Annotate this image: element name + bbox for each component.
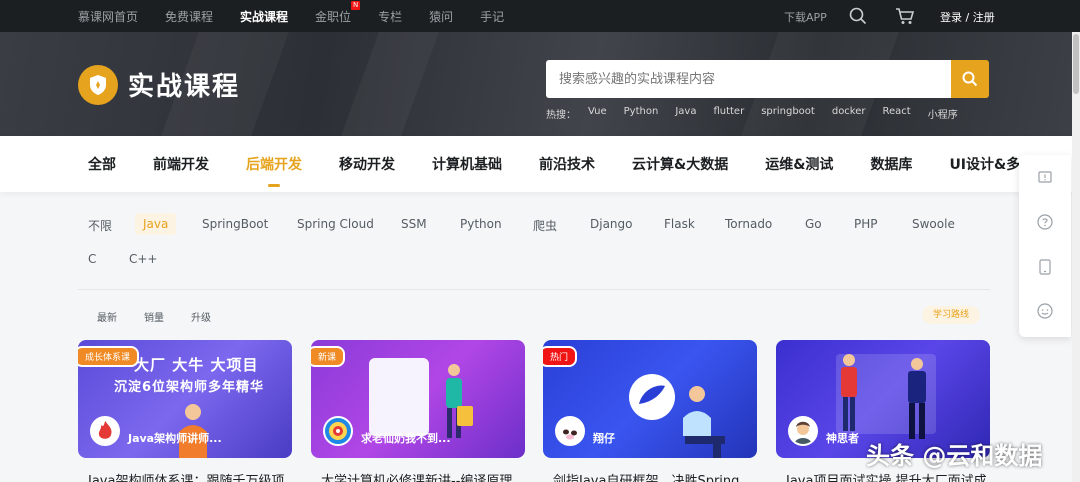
tag-item[interactable]: SpringBoot bbox=[202, 217, 268, 231]
top-nav: 慕课网首页 免费课程 实战课程 金职位 N 专栏 猿问 手记 下载APP 登录 /… bbox=[0, 0, 1080, 32]
cover-illustration bbox=[902, 356, 932, 442]
nav-link-practical[interactable]: 实战课程 bbox=[240, 8, 288, 25]
page-title: 实战课程 bbox=[128, 72, 241, 102]
banner: 实战课程 热搜： Vue Python Java flutter springb… bbox=[0, 32, 1080, 136]
tag-item[interactable]: 不限 bbox=[88, 217, 112, 234]
cover-illustration bbox=[836, 352, 862, 434]
tag-item[interactable]: Spring Cloud bbox=[297, 217, 374, 231]
cart-icon[interactable] bbox=[895, 7, 915, 29]
category-frontier[interactable]: 前沿技术 bbox=[539, 154, 595, 174]
hot-search-list: 热搜： Vue Python Java flutter springboot d… bbox=[546, 106, 975, 121]
tag-item[interactable]: Go bbox=[805, 217, 822, 231]
spring-logo-icon bbox=[629, 374, 675, 420]
tag-item-active[interactable]: Java bbox=[135, 213, 177, 235]
search-icon bbox=[962, 71, 978, 87]
hot-word[interactable]: Vue bbox=[588, 106, 607, 121]
category-bar: 全部 前端开发 后端开发 移动开发 计算机基础 前沿技术 云计算&大数据 运维&… bbox=[0, 136, 1080, 192]
tag-item[interactable]: Swoole bbox=[912, 217, 955, 231]
teacher-name: 翔仔 bbox=[593, 432, 615, 445]
scrollbar[interactable] bbox=[1072, 32, 1080, 482]
login-register-link[interactable]: 登录 / 注册 bbox=[940, 9, 995, 25]
category-frontend[interactable]: 前端开发 bbox=[153, 154, 209, 174]
tag-item[interactable]: Django bbox=[590, 217, 633, 231]
search-icon[interactable] bbox=[849, 7, 867, 29]
hot-word[interactable]: 小程序 bbox=[928, 106, 958, 121]
tag-item[interactable]: 爬虫 bbox=[533, 217, 557, 234]
nav-link-home[interactable]: 慕课网首页 bbox=[78, 8, 138, 25]
hot-word[interactable]: docker bbox=[832, 106, 866, 121]
course-card[interactable]: 大厂 大牛 大项目 沉淀6位架构师多年精华 成长体系课 Java架构师讲师... bbox=[78, 340, 292, 458]
nav-link-qa[interactable]: 猿问 bbox=[429, 8, 453, 25]
category-database[interactable]: 数据库 bbox=[870, 154, 912, 174]
shield-icon bbox=[78, 65, 118, 105]
teacher-name: 神思者 bbox=[826, 432, 859, 445]
nav-link-jobs-label: 金职位 bbox=[315, 9, 352, 24]
category-cs-basics[interactable]: 计算机基础 bbox=[432, 154, 502, 174]
course-badge: 成长体系课 bbox=[78, 346, 140, 367]
course-card[interactable]: 新课 求老仙奶我不到... bbox=[311, 340, 525, 458]
teacher-avatar bbox=[555, 416, 585, 446]
mobile-app-icon[interactable] bbox=[1035, 257, 1055, 277]
nav-link-column[interactable]: 专栏 bbox=[378, 8, 402, 25]
cover-illustration bbox=[369, 358, 429, 436]
sort-latest[interactable]: 最新 bbox=[97, 309, 117, 324]
hot-word[interactable]: flutter bbox=[713, 106, 744, 121]
divider bbox=[78, 289, 990, 290]
course-title[interactable]: 大学计算机必修课新讲--编译原理 bbox=[321, 470, 512, 482]
hot-word[interactable]: Python bbox=[624, 106, 659, 121]
hot-word[interactable]: Java bbox=[675, 106, 696, 121]
teacher-avatar bbox=[788, 416, 818, 446]
course-badge: 热门 bbox=[543, 346, 578, 367]
top-nav-links: 慕课网首页 免费课程 实战课程 金职位 N 专栏 猿问 手记 bbox=[78, 0, 531, 32]
course-title[interactable]: 剑指Java自研框架，决胜Spring bbox=[553, 470, 739, 482]
cover-illustration bbox=[457, 406, 473, 426]
tag-item[interactable]: Python bbox=[460, 217, 502, 231]
sort-upgrade[interactable]: 升级 bbox=[191, 309, 211, 324]
scrollbar-thumb[interactable] bbox=[1073, 34, 1079, 94]
tag-item[interactable]: PHP bbox=[854, 217, 878, 231]
new-badge: N bbox=[351, 0, 361, 10]
course-search-input[interactable] bbox=[546, 60, 951, 98]
cover-headline: 大厂 大牛 大项目 bbox=[134, 356, 259, 374]
tag-item[interactable]: C bbox=[88, 252, 96, 266]
cover-illustration bbox=[677, 384, 727, 458]
course-title[interactable]: Java项目面试实操 提升大厂面试成 bbox=[786, 470, 987, 482]
teacher-avatar bbox=[90, 416, 120, 446]
side-toolbar bbox=[1019, 155, 1071, 337]
teacher-avatar bbox=[323, 416, 353, 446]
teacher-name: Java架构师讲师... bbox=[128, 432, 222, 445]
category-cloud-bigdata[interactable]: 云计算&大数据 bbox=[632, 154, 728, 174]
download-app-link[interactable]: 下载APP bbox=[784, 9, 827, 25]
tag-item[interactable]: Tornado bbox=[725, 217, 772, 231]
tag-item[interactable]: Flask bbox=[664, 217, 695, 231]
teacher-name: 求老仙奶我不到... bbox=[361, 432, 451, 445]
nav-link-notes[interactable]: 手记 bbox=[480, 8, 504, 25]
tag-item[interactable]: SSM bbox=[401, 217, 427, 231]
category-mobile[interactable]: 移动开发 bbox=[339, 154, 395, 174]
category-all[interactable]: 全部 bbox=[88, 154, 116, 174]
hot-word[interactable]: springboot bbox=[761, 106, 815, 121]
hot-search-label: 热搜： bbox=[546, 110, 576, 121]
tag-item[interactable]: C++ bbox=[129, 252, 158, 266]
feedback-icon[interactable] bbox=[1035, 168, 1055, 188]
course-card[interactable]: 热门 翔仔 bbox=[543, 340, 757, 458]
watermark: 头条 @云和数据 bbox=[866, 442, 1043, 470]
cover-subheadline: 沉淀6位架构师多年精华 bbox=[114, 380, 265, 395]
nav-link-free[interactable]: 免费课程 bbox=[165, 8, 213, 25]
learning-route-button[interactable]: 学习路线 bbox=[922, 306, 980, 324]
category-ops-testing[interactable]: 运维&测试 bbox=[765, 154, 833, 174]
search-button[interactable] bbox=[951, 60, 989, 98]
nav-link-jobs[interactable]: 金职位 N bbox=[315, 0, 361, 25]
help-icon[interactable] bbox=[1035, 212, 1055, 232]
course-title[interactable]: Java架构师体系课：跟随千万级项 bbox=[88, 470, 284, 482]
customer-service-icon[interactable] bbox=[1035, 301, 1055, 321]
course-badge: 新课 bbox=[311, 346, 346, 367]
sort-sales[interactable]: 销量 bbox=[144, 309, 164, 324]
category-backend[interactable]: 后端开发 bbox=[246, 154, 302, 187]
banner-decoration bbox=[341, 32, 439, 136]
hot-word[interactable]: React bbox=[883, 106, 911, 121]
